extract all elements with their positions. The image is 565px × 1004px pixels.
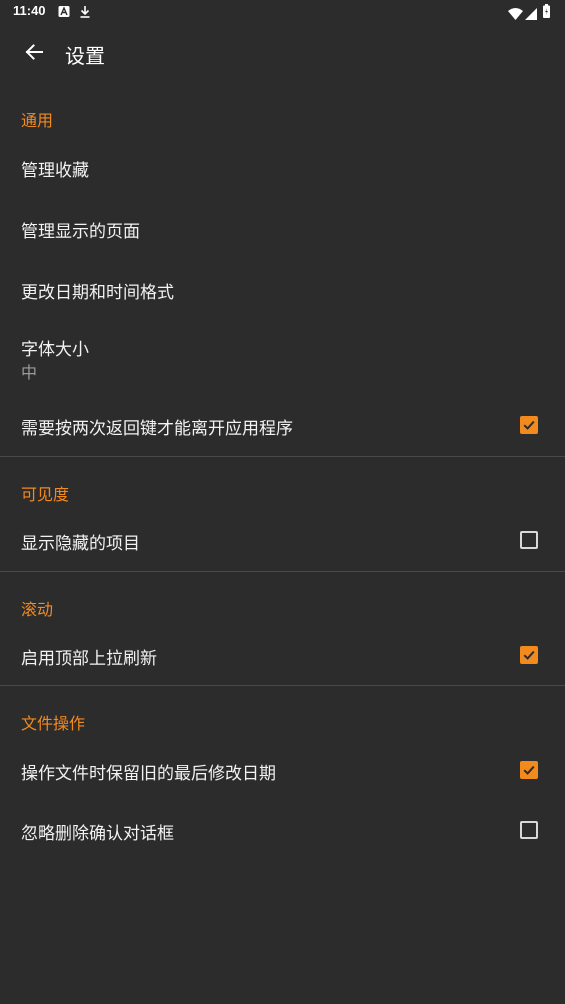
keep-last-modified-item[interactable]: 操作文件时保留旧的最后修改日期 — [0, 741, 565, 799]
section-header-visibility: 可见度 — [21, 485, 70, 504]
back-button[interactable] — [14, 32, 54, 72]
show-hidden-checkbox[interactable] — [520, 531, 538, 549]
manage-favorites-label: 管理收藏 — [21, 161, 89, 181]
font-size-value: 中 — [21, 363, 38, 382]
font-size-item[interactable]: 字体大小 中 — [0, 320, 565, 392]
manage-favorites-item[interactable]: 管理收藏 — [0, 138, 565, 196]
status-time: 11:40 — [13, 3, 46, 18]
keep-last-modified-label: 操作文件时保留旧的最后修改日期 — [21, 764, 276, 784]
pull-to-refresh-label: 启用顶部上拉刷新 — [21, 649, 157, 669]
double-back-exit-label: 需要按两次返回键才能离开应用程序 — [21, 419, 293, 439]
wifi-icon — [508, 5, 523, 24]
app-bar: 设置 — [0, 24, 565, 80]
skip-delete-confirm-checkbox[interactable] — [520, 821, 538, 839]
check-icon — [523, 765, 535, 775]
section-header-scrolling: 滚动 — [21, 600, 54, 619]
signal-icon — [525, 5, 537, 24]
double-back-exit-checkbox[interactable] — [520, 416, 538, 434]
download-icon — [79, 4, 91, 23]
section-header-file-operations: 文件操作 — [21, 714, 86, 733]
check-icon — [523, 650, 535, 660]
section-header-general: 通用 — [21, 111, 54, 130]
font-size-label: 字体大小 — [21, 340, 89, 360]
arrow-back-icon — [25, 44, 43, 60]
a-notification-icon — [58, 4, 70, 23]
double-back-exit-item[interactable]: 需要按两次返回键才能离开应用程序 — [0, 396, 565, 454]
show-hidden-label: 显示隐藏的项目 — [21, 534, 140, 554]
manage-visible-pages-item[interactable]: 管理显示的页面 — [0, 198, 565, 258]
battery-icon — [543, 3, 550, 22]
divider — [0, 456, 565, 457]
status-bar: 11:40 — [0, 0, 565, 24]
show-hidden-item[interactable]: 显示隐藏的项目 — [0, 511, 565, 569]
divider — [0, 571, 565, 572]
page-title: 设置 — [65, 44, 105, 68]
pull-to-refresh-item[interactable]: 启用顶部上拉刷新 — [0, 626, 565, 684]
skip-delete-confirm-label: 忽略删除确认对话框 — [21, 824, 174, 844]
manage-visible-pages-label: 管理显示的页面 — [21, 222, 140, 242]
pull-to-refresh-checkbox[interactable] — [520, 646, 538, 664]
keep-last-modified-checkbox[interactable] — [520, 761, 538, 779]
date-time-format-label: 更改日期和时间格式 — [21, 283, 174, 303]
skip-delete-confirm-item[interactable]: 忽略删除确认对话框 — [0, 801, 565, 859]
date-time-format-item[interactable]: 更改日期和时间格式 — [0, 259, 565, 319]
check-icon — [523, 420, 535, 430]
divider — [0, 685, 565, 686]
